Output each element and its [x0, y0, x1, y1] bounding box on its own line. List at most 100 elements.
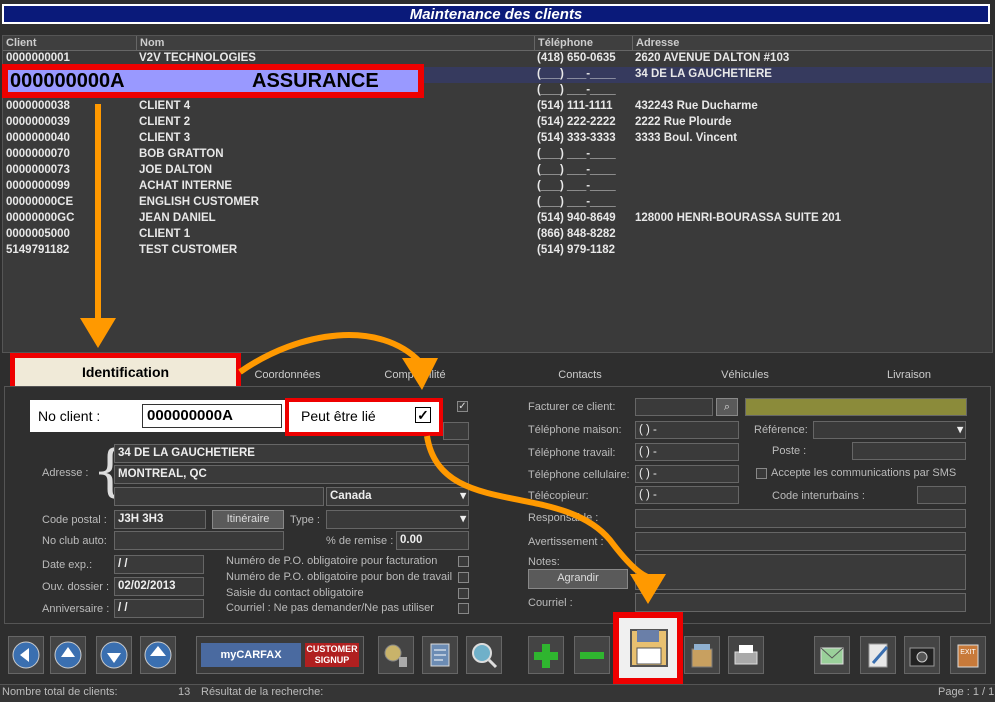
table-row[interactable]: 0000000038 CLIENT 4 (514) 111-1111 432243 R… [3, 99, 992, 115]
cell-nom: JEAN DANIEL [139, 212, 216, 224]
telecopieur-field[interactable]: ( ) - [635, 486, 739, 504]
pays-select[interactable]: Canada ▾ [326, 487, 469, 506]
search-icon[interactable]: ⌕ [716, 398, 738, 416]
cell-adresse: 2620 AVENUE DALTON #103 [635, 52, 790, 64]
cell-client: 0000000039 [6, 116, 70, 128]
tab-contacts[interactable]: Contacts [495, 366, 665, 384]
tab-comptabilite[interactable]: Comptabilité [335, 366, 495, 384]
chevron-down-icon: ▾ [460, 490, 466, 502]
tab-livraison[interactable]: Livraison [825, 366, 993, 384]
save-button-callout[interactable] [613, 612, 683, 684]
po-facturation-checkbox[interactable] [458, 556, 469, 567]
cell-client: 0000000038 [6, 100, 70, 112]
tab-vehicules[interactable]: Véhicules [665, 366, 825, 384]
cell-nom: CLIENT 3 [139, 132, 191, 144]
code-postal-field[interactable]: J3H 3H3 [114, 510, 206, 529]
remise-field[interactable]: 0.00 [396, 531, 469, 550]
anniversaire-field[interactable]: / / [114, 599, 204, 618]
extra-checkbox[interactable]: ✓ [457, 401, 468, 412]
print-icon[interactable] [728, 636, 764, 674]
tel-cellulaire-field[interactable]: ( ) - [635, 465, 739, 483]
courriel-ne-pas-checkbox[interactable] [458, 603, 469, 614]
po-bon-travail-checkbox[interactable] [458, 572, 469, 583]
table-row[interactable]: 00000000GC JEAN DANIEL (514) 940-8649 12800… [3, 211, 992, 227]
magnifier-icon[interactable] [466, 636, 502, 674]
adresse1-field[interactable]: 34 DE LA GAUCHETIERE [114, 444, 469, 463]
type-label: Type : [290, 514, 320, 526]
adresse-label: Adresse : [42, 467, 89, 479]
adresse2-field[interactable]: MONTREAL, QC [114, 465, 469, 484]
tel-travail-field[interactable]: ( ) - [635, 443, 739, 461]
tab-coordonnees[interactable]: Coordonnées [240, 366, 335, 384]
courriel-field[interactable] [635, 593, 966, 612]
camera-icon[interactable] [904, 636, 940, 674]
po-facturation-label: Numéro de P.O. obligatoire pour facturat… [226, 555, 438, 567]
no-club-field[interactable] [114, 531, 284, 550]
notes-icon[interactable] [422, 636, 458, 674]
peut-etre-lie-callout[interactable]: Peut être lié ✓ [285, 398, 443, 436]
col-telephone[interactable]: Téléphone [534, 36, 632, 50]
add-icon[interactable] [528, 636, 564, 674]
search-result-label: Résultat de la recherche: [201, 686, 324, 698]
tel-travail-label: Téléphone travail: [528, 447, 616, 459]
date-exp-label: Date exp.: [42, 559, 93, 571]
package-icon[interactable] [684, 636, 720, 674]
save-icon[interactable] [619, 618, 677, 678]
table-row[interactable]: 5149791182 TEST CUSTOMER (514) 979-1182 [3, 243, 992, 259]
facturer-label: Facturer ce client: [528, 401, 616, 413]
responsable-label: Responsable : [528, 512, 599, 524]
table-row[interactable]: 0000000039 CLIENT 2 (514) 222-2222 2222 Rue… [3, 115, 992, 131]
first-record-icon[interactable] [8, 636, 44, 674]
notes-field[interactable] [635, 554, 966, 590]
no-client-callout: No client : 000000000A [30, 400, 285, 432]
itineraire-button[interactable]: Itinéraire [212, 510, 284, 529]
tel-cellulaire-label: Téléphone cellulaire: [528, 469, 630, 481]
cell-tel: (___) ___-____ [537, 68, 616, 80]
col-nom[interactable]: Nom [136, 36, 534, 50]
col-adresse[interactable]: Adresse [632, 36, 992, 50]
cell-adresse: 34 DE LA GAUCHETIERE [635, 68, 772, 80]
type-select[interactable]: ▾ [326, 510, 469, 529]
table-row[interactable]: 0000000073 JOE DALTON (___) ___-____ [3, 163, 992, 179]
cell-adresse: 432243 Rue Ducharme [635, 100, 758, 112]
next-record-icon[interactable] [96, 636, 132, 674]
adresse3-field[interactable] [114, 487, 324, 506]
find-icon[interactable] [378, 636, 414, 674]
tel-maison-label: Téléphone maison: [528, 424, 622, 436]
table-row[interactable]: 00000000CE ENGLISH CUSTOMER (___) ___-____ [3, 195, 992, 211]
table-row[interactable]: 0000000040 CLIENT 3 (514) 333-3333 3333 Bou… [3, 131, 992, 147]
facturer-field[interactable] [635, 398, 713, 416]
delete-icon[interactable] [574, 636, 610, 674]
edit-icon[interactable] [860, 636, 896, 674]
no-client-field[interactable]: 000000000A [142, 404, 282, 428]
exit-icon[interactable]: EXIT [950, 636, 986, 674]
responsable-field[interactable] [635, 509, 966, 528]
selected-row-callout[interactable]: 000000000A ASSURANCE [2, 64, 424, 98]
avertissement-field[interactable] [635, 532, 966, 551]
previous-record-icon[interactable] [50, 636, 86, 674]
cell-tel: (514) 333-3333 [537, 132, 616, 144]
cell-adresse: 3333 Boul. Vincent [635, 132, 738, 144]
poste-field[interactable] [852, 442, 966, 460]
carfax-signup-button[interactable]: myCARFAX CUSTOMER SIGNUP [196, 636, 364, 674]
table-row[interactable]: 0000000070 BOB GRATTON (___) ___-____ [3, 147, 992, 163]
chevron-down-icon: ▾ [460, 513, 466, 525]
sms-checkbox[interactable] [756, 468, 767, 479]
date-exp-field[interactable]: / / [114, 555, 204, 574]
name-field-end[interactable] [443, 422, 469, 440]
agrandir-button[interactable]: Agrandir [528, 569, 628, 589]
anniversaire-label: Anniversaire : [42, 603, 110, 615]
reference-select[interactable]: ▾ [813, 421, 966, 439]
peut-etre-lie-checkbox[interactable]: ✓ [415, 407, 431, 423]
tel-maison-field[interactable]: ( ) - [635, 421, 739, 439]
last-record-icon[interactable] [140, 636, 176, 674]
table-row[interactable]: 0000005000 CLIENT 1 (866) 848-8282 [3, 227, 992, 243]
table-row[interactable]: 0000000099 ACHAT INTERNE (___) ___-____ [3, 179, 992, 195]
reference-label: Référence: [754, 424, 808, 436]
email-icon[interactable] [814, 636, 850, 674]
code-interurbains-field[interactable] [917, 486, 966, 504]
saisie-contact-checkbox[interactable] [458, 588, 469, 599]
cell-tel: (___) ___-____ [537, 196, 616, 208]
ouv-dossier-field[interactable]: 02/02/2013 [114, 577, 204, 596]
col-client[interactable]: Client [3, 36, 136, 50]
